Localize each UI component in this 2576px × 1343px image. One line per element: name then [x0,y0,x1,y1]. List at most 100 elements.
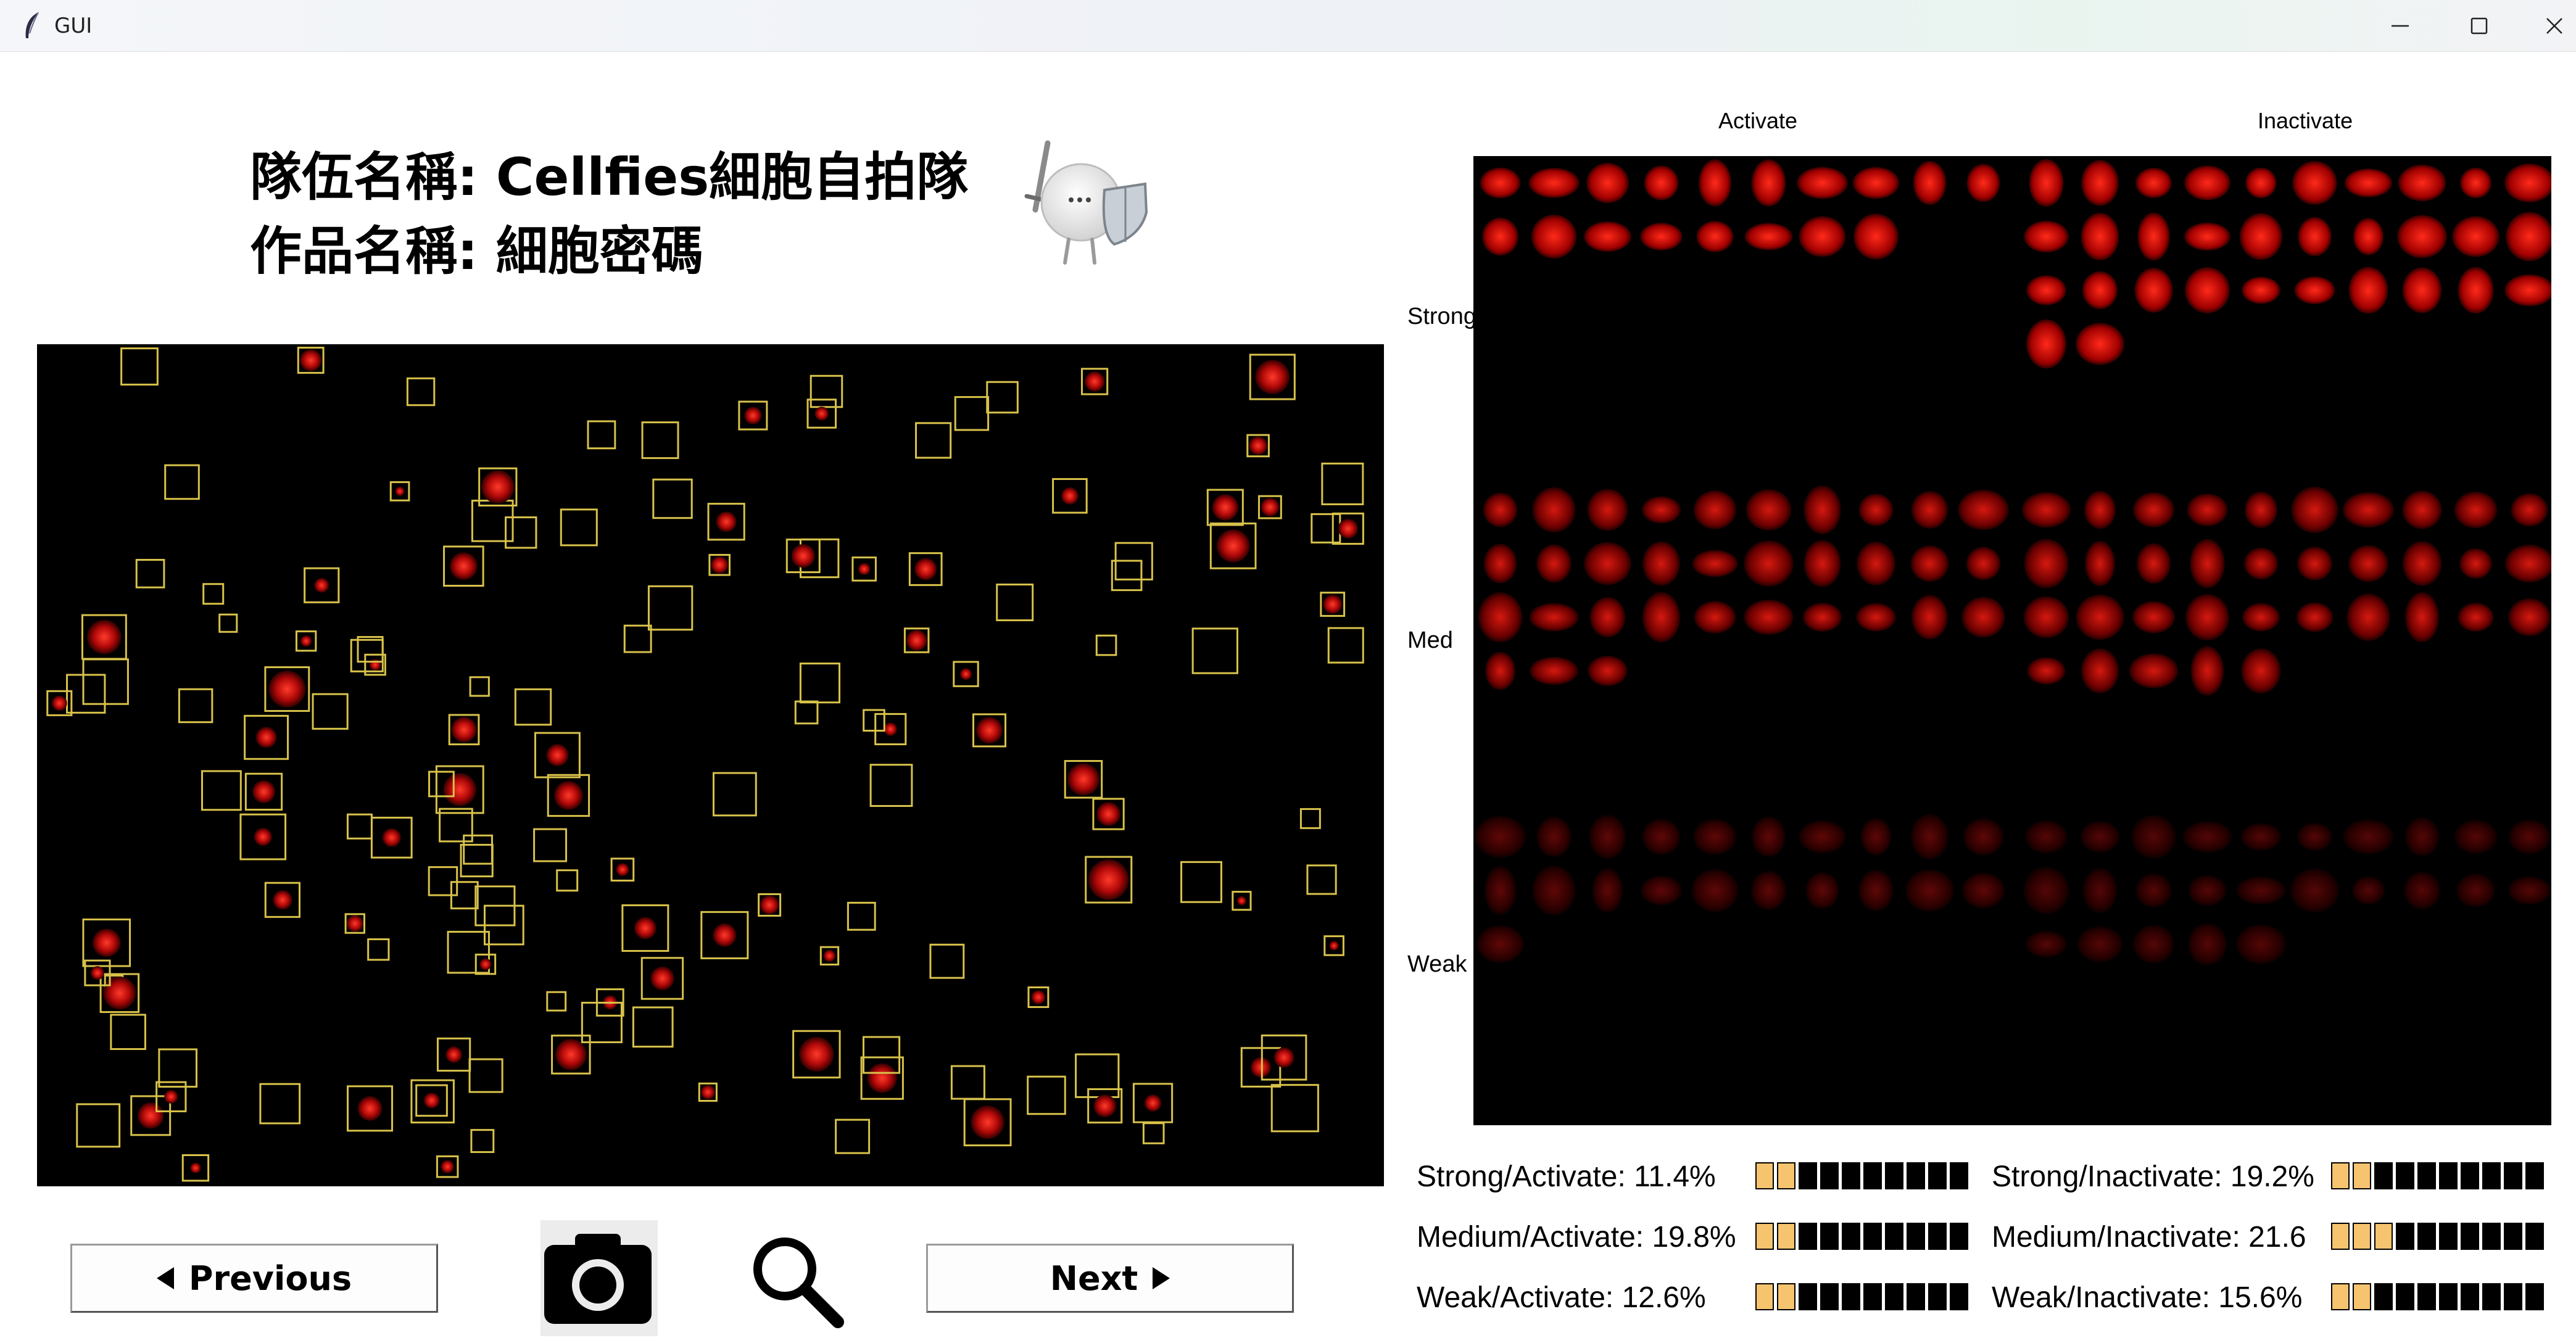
zoom-button[interactable] [747,1231,845,1329]
search-icon [753,1238,844,1328]
previous-button[interactable]: Previous [70,1244,438,1313]
minimize-button[interactable] [2363,0,2437,52]
bar-segment [2439,1283,2458,1310]
cell-crop-tile [1693,490,1737,529]
cell-blob [314,577,329,593]
cell-blob [254,827,272,846]
cell-crop-tile [1484,866,1517,915]
cell-crop-tile [1913,160,1947,205]
cell-blob [546,744,569,766]
bar-segment [2461,1283,2479,1310]
cell-blob [268,671,306,708]
cell-blob [382,828,401,847]
cell-crop-tile [2297,547,2332,581]
cell-crop-tile [1802,603,1842,632]
cell-blob [164,1089,178,1104]
detection-box [1299,808,1321,829]
detection-box [158,1048,197,1088]
cell-crop-tile [1744,223,1793,250]
cell-blob [443,773,476,806]
stat-bar-strong-activate [1755,1162,1968,1189]
cell-crop-tile [1531,214,1577,259]
cell-crop-tile [1910,545,1949,582]
cell-blob [1249,436,1268,455]
cell-crop-tile [2235,876,2287,905]
cell-blob [1031,990,1046,1004]
camera-button[interactable] [540,1220,658,1336]
cell-crop-tile [1587,489,1628,531]
detection-box [929,943,965,979]
stat-bar-medium-activate [1755,1223,1968,1250]
bar-segment [1928,1223,1947,1250]
bar-segment [1799,1162,1817,1189]
cell-crop-tile [2460,167,2491,199]
window-title: GUI [54,14,93,38]
cell-crop-tile [2235,924,2287,964]
team-name-heading: 隊伍名稱: Cellfies細胞自拍隊 [250,147,969,207]
cell-crop-tile [2458,267,2494,314]
cell-crop-tile [1805,872,1839,909]
next-button[interactable]: Next [926,1244,1294,1313]
bar-segment [1928,1283,1947,1310]
cell-crop-tile [2241,648,2281,693]
detection-box [647,585,694,631]
cell-crop-tile [2504,274,2551,307]
minimize-icon [2392,25,2409,27]
cell-blob [744,407,762,424]
detection-box [367,938,390,961]
cell-crop-tile [2024,220,2069,253]
cell-blob [1084,371,1105,392]
cell-crop-tile [2026,275,2066,305]
detection-box [546,991,567,1012]
bar-segment [1907,1162,1925,1189]
cell-crop-tile [2244,492,2278,528]
bar-segment [1777,1283,1795,1310]
cell-crop-tile [1799,216,1846,257]
cell-crop-tile [2025,820,2068,854]
bar-segment [1755,1283,1774,1310]
stat-bar-medium-inactivate [2331,1223,2544,1250]
cell-blob [713,923,737,947]
cell-crop-tile [2029,159,2064,207]
cell-crop-tile [2454,491,2498,529]
bar-segment [2461,1223,2479,1250]
cell-crop-tile [1911,490,1949,529]
close-button[interactable] [2517,0,2576,52]
maximize-button[interactable] [2442,0,2516,52]
detection-box [533,828,568,862]
detection-box [954,396,990,431]
cell-crop-tile [1958,489,2009,531]
cell-crop-tile [1856,603,1896,632]
cell-crop-tile [1744,540,1794,587]
cell-crop-tile [1485,651,1515,690]
cell-crop-tile [1483,543,1517,584]
stat-medium-inactivate: Medium/Inactivate: 21.6 [1992,1221,2306,1254]
cell-blob [554,781,583,810]
cell-crop-tile [2291,486,2338,534]
column-label-inactivate: Inactivate [2258,108,2353,133]
cell-blob [479,958,492,970]
detection-box [1027,1075,1066,1115]
cell-blob [87,619,122,655]
detection-box [66,674,106,714]
detection-box [468,1058,503,1093]
cell-crop-tile [1804,540,1841,587]
cell-blob [137,1102,164,1129]
cell-blob [799,1036,834,1072]
cell-crop-tile [2184,165,2230,200]
cell-blob [1067,763,1100,796]
stat-strong-activate: Strong/Activate: 11.4% [1417,1160,1716,1193]
cell-crop-tile [1478,592,1523,642]
cell-crop-tile [2021,492,2071,528]
cell-crop-tile [2026,319,2066,369]
project-name-heading: 作品名稱: 細胞密碼 [250,221,703,281]
cell-blob [1338,518,1358,539]
cell-crop-tile [2023,867,2069,914]
cell-crop-tile [1961,872,2005,909]
bar-segment [1842,1283,1860,1310]
cell-blob [441,1160,454,1173]
cell-crop-tile [2296,602,2334,632]
cell-blob [634,917,656,940]
cell-crop-tile [2132,925,2175,964]
cell-crop-tile [2133,492,2174,527]
